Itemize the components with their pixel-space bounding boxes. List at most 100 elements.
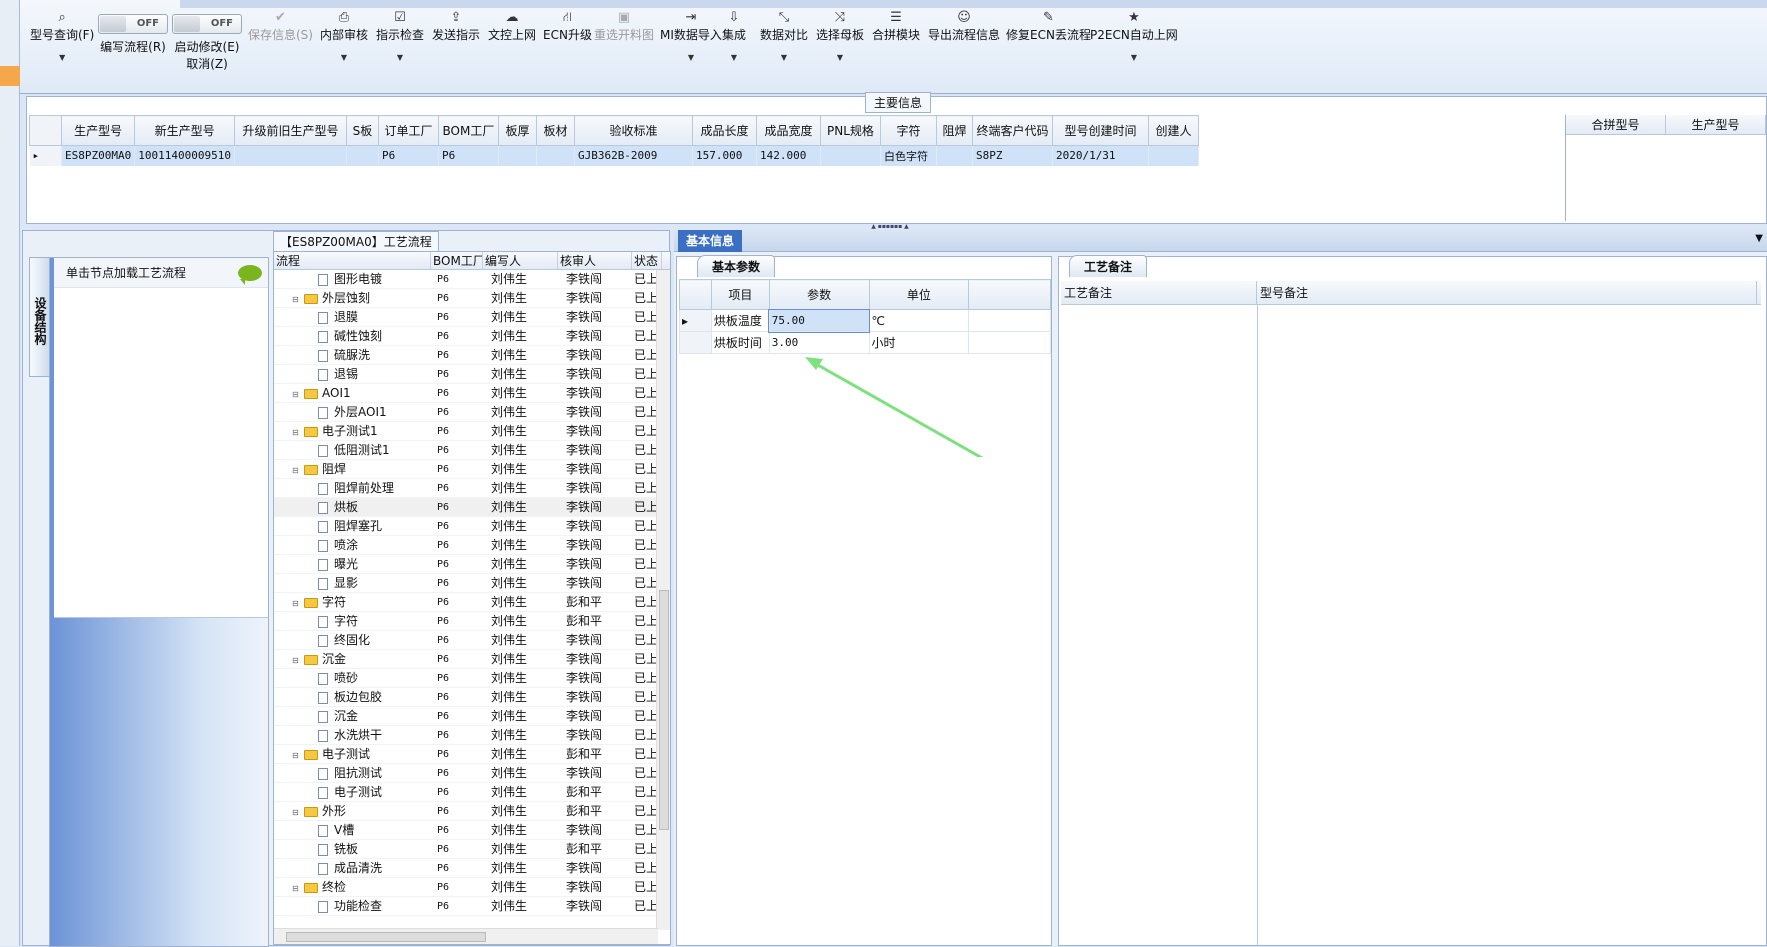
toolbar-button[interactable]: ☺ 导出流程信息 (928, 10, 1000, 43)
column-header[interactable]: 项目 (710, 279, 770, 310)
tree-node-cell[interactable]: 阻焊塞孔 (274, 517, 431, 535)
table-row[interactable]: 喷砂P6刘伟生李铁闯已上网 (274, 669, 670, 688)
table-row[interactable]: 曝光P6刘伟生李铁闯已上网 (274, 555, 670, 574)
table-row[interactable]: 字符P6刘伟生彭和平已上网 (274, 612, 670, 631)
toggle-switch[interactable]: OFF (172, 14, 242, 34)
tree-node-cell[interactable]: 阻抗测试 (274, 764, 431, 782)
column-header[interactable]: 终端客户代码 (971, 115, 1053, 146)
tree-node-cell[interactable]: 功能检查 (274, 897, 431, 915)
collapse-icon[interactable]: ⊟ (292, 385, 304, 402)
column-header[interactable]: 编写人 (483, 252, 558, 269)
collapse-icon[interactable]: ⊟ (292, 461, 304, 478)
toolbar-button[interactable]: ☑ 指示检查 ▼ (376, 10, 424, 62)
table-row[interactable]: 阻焊塞孔P6刘伟生李铁闯已上网 (274, 517, 670, 536)
tree-node-cell[interactable]: ⊟ 外层蚀刻 (274, 289, 431, 307)
collapse-icon[interactable]: ⊟ (292, 423, 304, 440)
toggle-switch[interactable]: OFF (98, 14, 168, 34)
column-header[interactable]: 流程 (274, 252, 431, 269)
table-row[interactable]: ▸ 烘板温度 75.00 ℃ (679, 308, 1051, 333)
tree-node-cell[interactable]: ⊟ 电子测试1 (274, 422, 431, 440)
column-header[interactable]: BOM工厂 (431, 252, 483, 269)
table-cell[interactable] (820, 145, 881, 166)
horizontal-splitter[interactable]: ▲ ▪▪▪▪▪▪ ▲ (860, 224, 920, 230)
toolbar-button[interactable]: ☁ 文控上网 (488, 10, 536, 43)
tree-node-cell[interactable]: 电子测试 (274, 783, 431, 801)
tree-node-cell[interactable]: ⊟ AOI1 (274, 384, 431, 402)
table-row[interactable]: 沉金P6刘伟生李铁闯已上网 (274, 707, 670, 726)
table-cell[interactable] (234, 145, 347, 166)
table-row[interactable]: ⊟外层蚀刻P6刘伟生李铁闯已上网 (274, 289, 670, 308)
toolbar-button[interactable]: OFF 编写流程(R) (98, 8, 168, 55)
tree-node-cell[interactable]: ⊟ 电子测试 (274, 745, 431, 763)
table-row[interactable]: 低阻测试1P6刘伟生李铁闯已上网 (274, 441, 670, 460)
column-header[interactable]: 成品长度 (691, 115, 757, 146)
column-header[interactable]: PNL规格 (819, 115, 881, 146)
table-row[interactable]: ⊟沉金P6刘伟生李铁闯已上网 (274, 650, 670, 669)
table-cell[interactable] (498, 145, 537, 166)
column-header[interactable]: 订单工厂 (377, 115, 439, 146)
table-row[interactable]: 退锡P6刘伟生李铁闯已上网 (274, 365, 670, 384)
column-header[interactable]: 合拼型号 (1566, 115, 1666, 134)
table-row[interactable]: 板边包胶P6刘伟生李铁闯已上网 (274, 688, 670, 707)
collapse-icon[interactable]: ⊟ (292, 594, 304, 611)
table-row[interactable]: ⊟阻焊P6刘伟生李铁闯已上网 (274, 460, 670, 479)
tree-node-cell[interactable]: 低阻测试1 (274, 441, 431, 459)
table-cell[interactable]: 白色字符 (880, 145, 937, 166)
table-row[interactable]: 碱性蚀刻P6刘伟生李铁闯已上网 (274, 327, 670, 346)
column-header[interactable]: 板材 (535, 115, 575, 146)
table-cell[interactable]: ES8PZ00MA0 (61, 145, 136, 166)
table-row[interactable]: ▸ ES8PZ00MA0 10011400009510 P6 P6 GJB362B-200… (29, 145, 1199, 166)
tree-node-cell[interactable]: 碱性蚀刻 (274, 327, 431, 345)
table-cell[interactable]: 10011400009510 (134, 145, 235, 166)
table-cell[interactable]: 142.000 (756, 145, 821, 166)
collapse-icon[interactable]: ⊟ (292, 651, 304, 668)
column-header[interactable]: BOM工厂 (437, 115, 499, 146)
column-header[interactable]: 创建人 (1147, 115, 1199, 146)
table-cell[interactable] (1148, 145, 1199, 166)
scroll-thumb[interactable] (659, 590, 669, 830)
equipment-structure-tab[interactable]: 设备结构 (29, 257, 49, 377)
column-header[interactable]: 升级前旧生产型号 (233, 115, 347, 146)
table-row[interactable]: ⊟外形P6刘伟生彭和平已上网 (274, 802, 670, 821)
table-row[interactable]: ⊟AOI1P6刘伟生李铁闯已上网 (274, 384, 670, 403)
tree-node-cell[interactable]: 外层AOI1 (274, 403, 431, 421)
table-cell[interactable]: S8PZ (972, 145, 1053, 166)
toolbar-button[interactable]: ✎ 修复ECN丢流程 (1006, 10, 1091, 43)
vertical-scrollbar[interactable] (656, 270, 670, 930)
chevron-down-icon[interactable]: ▼ (816, 53, 864, 62)
column-header[interactable]: 单位 (868, 279, 970, 310)
column-header[interactable]: 型号创建时间 (1051, 115, 1149, 146)
chevron-down-icon[interactable]: ▼ (760, 53, 808, 62)
toolbar-button[interactable]: ⇪ 发送指示 (432, 10, 480, 43)
column-header[interactable]: 参数 (768, 279, 870, 310)
table-row[interactable]: 终固化P6刘伟生李铁闯已上网 (274, 631, 670, 650)
horizontal-scrollbar[interactable] (274, 928, 658, 944)
tree-node-cell[interactable]: 铣板 (274, 840, 431, 858)
toolbar-button[interactable]: OFF 启动修改(E) 取消(Z) (172, 8, 242, 72)
chevron-down-icon[interactable]: ▼ (320, 53, 368, 62)
column-header[interactable]: 成品宽度 (755, 115, 821, 146)
table-cell[interactable] (936, 145, 973, 166)
param-value-input[interactable]: 75.00 (768, 308, 871, 333)
tree-node-cell[interactable]: 阻焊前处理 (274, 479, 431, 497)
tree-node-cell[interactable]: 退膜 (274, 308, 431, 326)
tree-node-cell[interactable]: 终固化 (274, 631, 431, 649)
table-row[interactable]: 水洗烘干P6刘伟生李铁闯已上网 (274, 726, 670, 745)
toggle-state[interactable]: OFF (211, 18, 233, 29)
table-cell[interactable]: GJB362B-2009 (574, 145, 693, 166)
column-header[interactable]: 生产型号 (1666, 115, 1766, 134)
tree-node-cell[interactable]: 喷砂 (274, 669, 431, 687)
tab-basic-info[interactable]: 基本信息 (678, 230, 743, 252)
table-cell[interactable]: P6 (378, 145, 439, 166)
toolbar-button[interactable]: ⤡ 数据对比 ▼ (760, 10, 808, 62)
toolbar-button[interactable]: ⎙ 内部审核 ▼ (320, 10, 368, 62)
table-row[interactable]: 喷涂P6刘伟生李铁闯已上网 (274, 536, 670, 555)
collapse-icon[interactable]: ⊟ (292, 879, 304, 896)
column-header[interactable]: 状态 (632, 252, 662, 269)
table-row[interactable]: 电子测试P6刘伟生彭和平已上网 (274, 783, 670, 802)
chevron-down-icon[interactable]: ▼ (30, 53, 94, 62)
dropdown-arrow-icon[interactable]: ▼ (1755, 233, 1763, 244)
table-row[interactable]: 烘板P6刘伟生李铁闯已上网 (274, 498, 670, 517)
column-header[interactable]: 工艺备注 (1061, 281, 1257, 304)
tree-node-cell[interactable]: ⊟ 字符 (274, 593, 431, 611)
